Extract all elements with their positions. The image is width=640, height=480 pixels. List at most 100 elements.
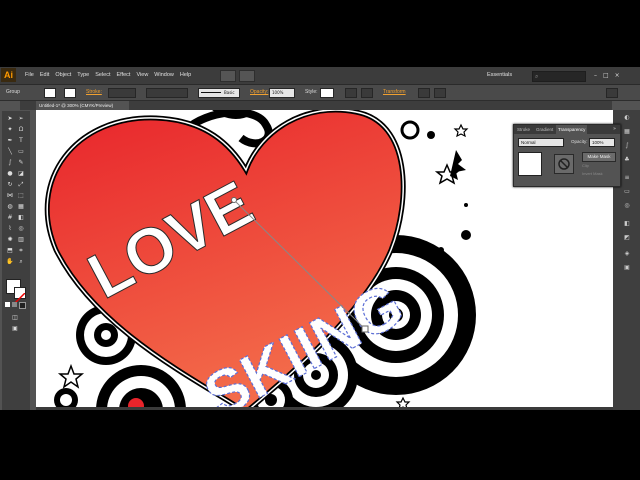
gradient-end-handle[interactable] xyxy=(361,325,369,333)
stroke-color-swatch[interactable] xyxy=(64,88,76,98)
menu-edit[interactable]: Edit xyxy=(37,67,52,84)
tab-transparency[interactable]: Transparency xyxy=(556,125,588,134)
gradient-panel-icon[interactable]: ▭ xyxy=(622,188,632,196)
drawing-mode-icon[interactable]: ◫ xyxy=(11,314,19,321)
stroke-swatch[interactable] xyxy=(14,287,26,304)
gradient-mode-icon[interactable] xyxy=(12,302,17,307)
menu-help[interactable]: Help xyxy=(177,67,194,84)
gradient-tool-icon[interactable]: ◧ xyxy=(17,214,25,221)
control-bar: Group Stroke: Basic Opacity: 100% Style:… xyxy=(0,85,640,101)
tab-stroke[interactable]: Stroke xyxy=(517,125,530,134)
menu-file[interactable]: File xyxy=(22,67,37,84)
layers-panel-icon[interactable]: ◈ xyxy=(622,250,632,258)
align-icon[interactable] xyxy=(345,88,357,98)
transparency-panel: Stroke Gradient Transparency » Normal Op… xyxy=(513,124,621,187)
opacity-field[interactable]: 100% xyxy=(269,88,295,98)
transform-link[interactable]: Transform xyxy=(383,85,406,100)
graph-tool-icon[interactable]: ▥ xyxy=(17,236,25,243)
window-controls: – □ × xyxy=(594,71,620,80)
zoom-tool-icon[interactable]: ⌕ xyxy=(17,258,25,265)
selection-tool-icon[interactable]: ➤ xyxy=(6,115,14,122)
opacity-value: 100% xyxy=(272,90,284,95)
symbol-sprayer-tool-icon[interactable]: ✺ xyxy=(6,236,14,243)
mesh-tool-icon[interactable]: # xyxy=(6,214,14,221)
eraser-tool-icon[interactable]: ◪ xyxy=(17,170,25,177)
none-mode-icon[interactable] xyxy=(19,302,26,309)
edit-contents-icon[interactable] xyxy=(434,88,446,98)
distribute-icon[interactable] xyxy=(361,88,373,98)
free-transform-tool-icon[interactable]: ⬚ xyxy=(17,192,25,199)
search-input[interactable]: ⌕ xyxy=(532,71,586,82)
perspective-grid-tool-icon[interactable]: ▦ xyxy=(17,203,25,210)
width-tool-icon[interactable]: ⋈ xyxy=(6,192,14,199)
swatches-panel-icon[interactable]: ▦ xyxy=(622,128,632,136)
graphic-styles-panel-icon[interactable]: ◩ xyxy=(622,234,632,242)
artboards-panel-icon[interactable]: ▣ xyxy=(622,264,632,272)
artboard-tool-icon[interactable]: ⬒ xyxy=(6,247,14,254)
variable-width-select[interactable] xyxy=(146,88,188,98)
no-mask-icon xyxy=(558,158,570,170)
illustrator-window: Ai File Edit Object Type Select Effect V… xyxy=(0,67,640,410)
hand-tool-icon[interactable]: ✋ xyxy=(6,258,14,265)
menu-window[interactable]: Window xyxy=(151,67,177,84)
slice-tool-icon[interactable]: ⌗ xyxy=(17,247,25,254)
panel-close-icon[interactable]: » xyxy=(613,125,616,134)
minimize-button[interactable]: – xyxy=(594,71,597,80)
eyedropper-tool-icon[interactable]: ⌇ xyxy=(6,225,14,232)
symbols-panel-icon[interactable]: ♣ xyxy=(622,156,632,164)
stroke-panel-icon[interactable]: ≡ xyxy=(622,174,632,182)
bridge-icon[interactable] xyxy=(220,70,236,82)
blend-mode-select[interactable]: Normal xyxy=(518,138,564,147)
main-menu: File Edit Object Type Select Effect View… xyxy=(22,67,194,84)
pencil-tool-icon[interactable]: ✎ xyxy=(17,159,25,166)
rotate-tool-icon[interactable]: ↻ xyxy=(6,181,14,188)
document-tab[interactable]: Untitled-1* @ 300% (CMYK/Preview) xyxy=(36,101,129,110)
color-panel-icon[interactable]: ◐ xyxy=(622,114,632,122)
stroke-weight-field[interactable] xyxy=(108,88,136,98)
invert-mask-checkbox[interactable]: Invert Mask xyxy=(582,171,603,177)
line-tool-icon[interactable]: ╲ xyxy=(6,148,14,155)
fill-color-swatch[interactable] xyxy=(44,88,56,98)
paintbrush-tool-icon[interactable]: ∫ xyxy=(6,159,14,166)
transparency-panel-icon[interactable]: ◎ xyxy=(622,202,632,210)
arrange-documents-icon[interactable] xyxy=(239,70,255,82)
panel-opacity-field[interactable]: 100% xyxy=(589,138,615,147)
menu-object[interactable]: Object xyxy=(52,67,74,84)
panel-menu-icon[interactable] xyxy=(606,88,618,98)
horizontal-scrollbar[interactable] xyxy=(36,407,613,410)
blob-brush-tool-icon[interactable]: ● xyxy=(6,170,14,177)
clip-checkbox[interactable]: Clip xyxy=(582,163,589,169)
appearance-panel-icon[interactable]: ◧ xyxy=(622,220,632,228)
lasso-tool-icon[interactable]: ᘯ xyxy=(17,126,25,133)
menu-select[interactable]: Select xyxy=(92,67,113,84)
color-mode-icon[interactable] xyxy=(5,302,10,307)
app-logo: Ai xyxy=(1,68,16,82)
menu-view[interactable]: View xyxy=(133,67,151,84)
opacity-label[interactable]: Opacity: xyxy=(250,85,268,100)
magic-wand-tool-icon[interactable]: ✦ xyxy=(6,126,14,133)
menu-type[interactable]: Type xyxy=(74,67,92,84)
graphic-style-swatch[interactable] xyxy=(320,88,334,98)
menu-effect[interactable]: Effect xyxy=(114,67,134,84)
type-tool-icon[interactable]: T xyxy=(17,137,25,144)
screen-mode-icon[interactable]: ▣ xyxy=(11,325,19,332)
isolate-group-icon[interactable] xyxy=(418,88,430,98)
rectangle-tool-icon[interactable]: ▭ xyxy=(17,148,25,155)
scale-tool-icon[interactable]: ⤢ xyxy=(17,181,25,188)
workspace-switcher[interactable]: Essentials xyxy=(487,67,512,84)
maximize-button[interactable]: □ xyxy=(603,71,609,80)
brush-definition-select[interactable]: Basic xyxy=(198,88,240,98)
blend-tool-icon[interactable]: ◎ xyxy=(17,225,25,232)
brushes-panel-icon[interactable]: ∫ xyxy=(622,142,632,150)
mask-thumbnail[interactable] xyxy=(554,154,574,174)
selection-type-label: Group xyxy=(6,89,20,95)
direct-selection-tool-icon[interactable]: ➢ xyxy=(17,115,25,122)
tab-gradient[interactable]: Gradient xyxy=(536,125,553,134)
shape-builder-tool-icon[interactable]: ◍ xyxy=(6,203,14,210)
tools-panel: ➤ ➢ ✦ ᘯ ✒ T ╲ ▭ ∫ ✎ ● ◪ ↻ ⤢ ⋈ ⬚ ◍ ▦ # ◧ … xyxy=(2,111,30,410)
gradient-origin-handle[interactable] xyxy=(231,197,237,203)
close-button[interactable]: × xyxy=(615,71,620,80)
pen-tool-icon[interactable]: ✒ xyxy=(6,137,14,144)
stroke-label[interactable]: Stroke: xyxy=(86,85,102,100)
make-mask-button[interactable]: Make Mask xyxy=(582,152,616,162)
